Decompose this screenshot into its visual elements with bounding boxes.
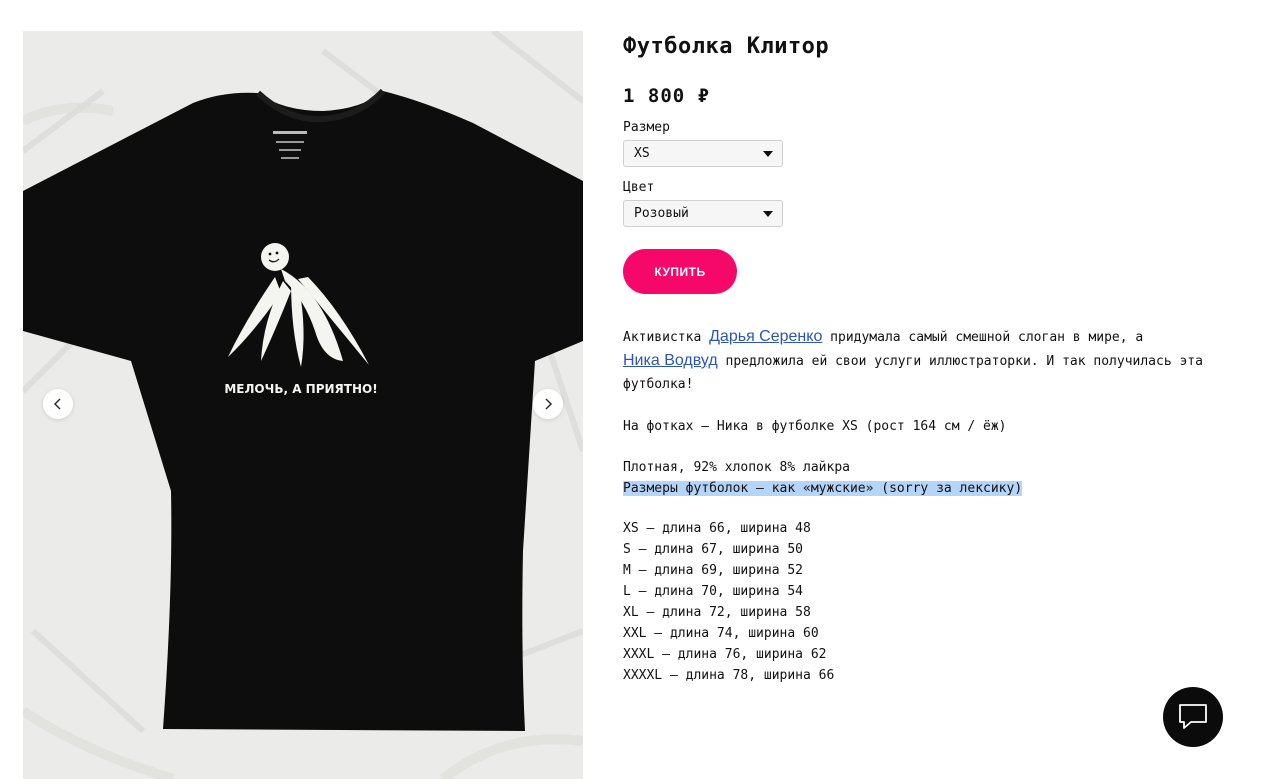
product-photo: МЕЛОЧЬ, А ПРИЯТНО! xyxy=(23,31,583,779)
product-title: Футболка Клитор xyxy=(623,34,830,59)
gallery-prev-button[interactable] xyxy=(43,389,73,419)
product-info: Футболка Клитор 1 800 ₽ Размер XS Цвет Р… xyxy=(623,30,1223,686)
description-text: придумала самый смешной слоган в мире, а xyxy=(822,330,1144,345)
size-label: Размер xyxy=(623,120,670,135)
chat-widget-button[interactable] xyxy=(1163,687,1223,747)
shirt-print-text: МЕЛОЧЬ, А ПРИЯТНО! xyxy=(224,382,377,396)
size-chart-row: L — длина 70, ширина 54 xyxy=(623,584,804,599)
material-line: Плотная, 92% хлопок 8% лайкра xyxy=(623,460,850,475)
chat-icon xyxy=(1179,704,1207,729)
buy-button[interactable]: КУПИТЬ xyxy=(623,249,737,294)
description-paragraph: Активистка Дарья Серенко придумала самый… xyxy=(623,325,1203,396)
color-select[interactable]: Розовый xyxy=(623,200,783,227)
size-chart-row: XL — длина 72, ширина 58 xyxy=(623,605,811,620)
product-page: МЕЛОЧЬ, А ПРИЯТНО! Футболка Клитор 1 800… xyxy=(0,0,1279,779)
chevron-left-icon xyxy=(54,398,61,410)
product-description: Активистка Дарья Серенко придумала самый… xyxy=(623,325,1203,686)
size-chart-row: XS — длина 66, ширина 48 xyxy=(623,521,811,536)
author-link-daria[interactable]: Дарья Серенко xyxy=(709,328,822,345)
size-chart-row: M — длина 69, ширина 52 xyxy=(623,563,804,578)
author-link-nika[interactable]: Ника Водвуд xyxy=(623,352,718,369)
size-select[interactable]: XS xyxy=(623,140,783,167)
gallery-next-button[interactable] xyxy=(533,389,563,419)
size-chart-row: XXL — длина 74, ширина 60 xyxy=(623,626,819,641)
product-gallery[interactable]: МЕЛОЧЬ, А ПРИЯТНО! xyxy=(23,31,583,779)
dropdown-caret-icon xyxy=(763,151,773,157)
description-text: Активистка xyxy=(623,330,710,345)
size-chart-row: S — длина 67, ширина 50 xyxy=(623,542,804,557)
size-chart-row: XXXL — длина 76, ширина 62 xyxy=(623,647,827,662)
dropdown-caret-icon xyxy=(763,211,773,217)
size-chart: XS — длина 66, ширина 48 S — длина 67, ш… xyxy=(623,518,1203,686)
size-select-value: XS xyxy=(634,146,650,161)
color-label: Цвет xyxy=(623,180,655,195)
chevron-right-icon xyxy=(545,398,552,410)
color-select-value: Розовый xyxy=(634,206,689,221)
size-note-selected-text[interactable]: Размеры футболок — как «мужские» (sorry … xyxy=(623,481,1023,496)
product-price: 1 800 ₽ xyxy=(623,85,711,107)
size-chart-row: XXXXL — длина 78, ширина 66 xyxy=(623,668,835,683)
photo-note: На фотках — Ника в футболке XS (рост 164… xyxy=(623,419,1007,434)
